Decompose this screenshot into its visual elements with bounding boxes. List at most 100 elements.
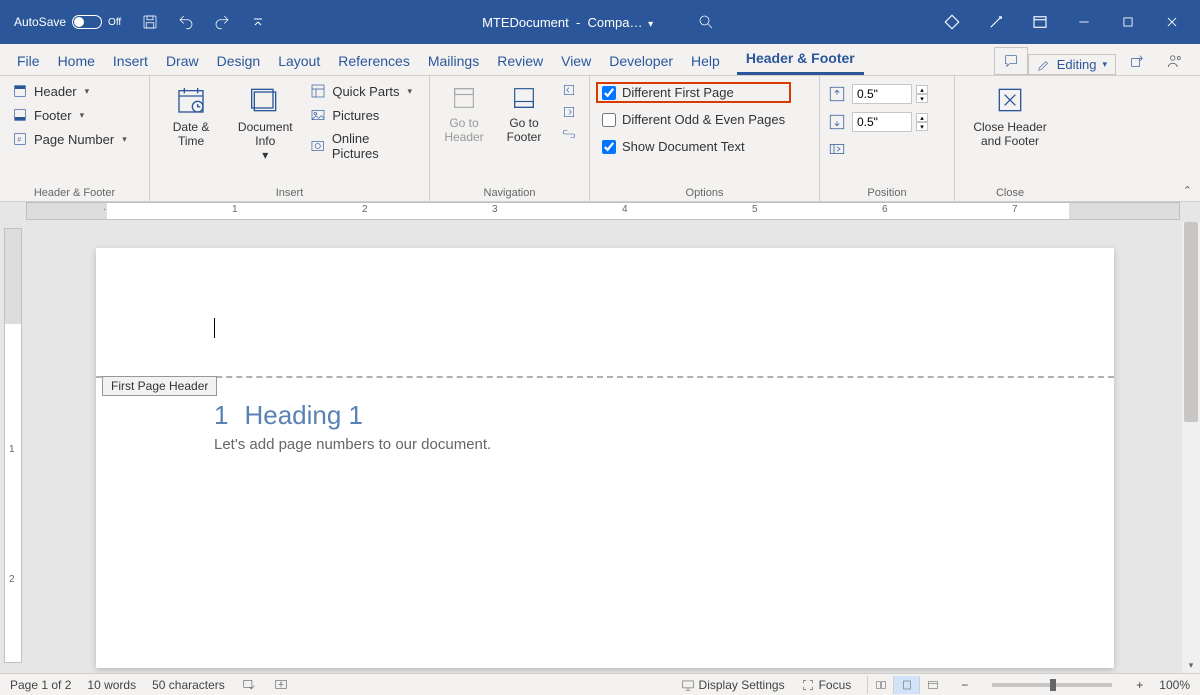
group-position-label: Position (826, 185, 948, 199)
word-count[interactable]: 10 words (87, 678, 136, 692)
heading-number: 1 (214, 400, 228, 431)
editing-mode-button[interactable]: Editing ▾ (1028, 54, 1116, 75)
close-window-button[interactable] (1150, 7, 1194, 37)
tab-mailings[interactable]: Mailings (419, 47, 488, 75)
tab-header-footer[interactable]: Header & Footer (737, 44, 864, 75)
header-region[interactable] (96, 248, 1114, 378)
tab-insert[interactable]: Insert (104, 47, 157, 75)
group-nav-label: Navigation (436, 185, 583, 199)
char-count[interactable]: 50 characters (152, 678, 225, 692)
tab-draw[interactable]: Draw (157, 47, 208, 75)
account-icon[interactable] (1158, 47, 1192, 75)
qat-more-button[interactable] (243, 7, 273, 37)
page-number-button[interactable]: # Page Number▾ (6, 128, 133, 150)
header-top-icon (826, 84, 848, 104)
footer-bottom-icon (826, 112, 848, 132)
display-settings-button[interactable]: Display Settings (681, 678, 785, 692)
different-first-page-checkbox[interactable]: Different First Page (596, 82, 791, 103)
insert-alignment-tab-button[interactable] (826, 138, 928, 160)
autosave-label: AutoSave (14, 15, 66, 29)
zoom-out-button[interactable]: − (961, 678, 968, 692)
page-indicator[interactable]: Page 1 of 2 (10, 678, 71, 692)
wand-icon[interactable] (974, 7, 1018, 37)
tab-file[interactable]: File (8, 47, 49, 75)
scroll-down-button[interactable]: ▾ (1182, 657, 1200, 673)
group-close-label: Close (961, 185, 1059, 199)
header-button[interactable]: Header▾ (6, 80, 133, 102)
group-hf-label: Header & Footer (6, 185, 143, 199)
print-layout-button[interactable] (893, 676, 919, 694)
redo-button[interactable] (207, 7, 237, 37)
tab-design[interactable]: Design (208, 47, 270, 75)
workspace: · 1 2 3 4 5 6 7 1 2 First Page Header 1 … (0, 202, 1200, 673)
comments-button[interactable] (994, 47, 1028, 75)
spin-up[interactable]: ▴ (916, 113, 928, 122)
first-page-header-tag: First Page Header (102, 376, 217, 396)
tab-review[interactable]: Review (488, 47, 552, 75)
ribbon-tabs: File Home Insert Draw Design Layout Refe… (0, 44, 1200, 76)
tab-help[interactable]: Help (682, 47, 729, 75)
zoom-level[interactable]: 100% (1159, 678, 1190, 692)
body-paragraph: Let's add page numbers to our document. (214, 436, 491, 453)
document-page[interactable]: First Page Header 1 Heading 1 Let's add … (96, 248, 1114, 668)
undo-button[interactable] (171, 7, 201, 37)
view-buttons (867, 676, 945, 694)
autosave-switch[interactable] (72, 15, 102, 29)
tab-developer[interactable]: Developer (600, 47, 682, 75)
previous-section-button[interactable] (556, 80, 582, 100)
accessibility-icon[interactable] (273, 678, 289, 692)
ribbon-display-icon[interactable] (1018, 7, 1062, 37)
group-insert-label: Insert (156, 185, 423, 199)
header-from-top-field[interactable]: ▴▾ (826, 82, 928, 106)
save-button[interactable] (135, 7, 165, 37)
different-odd-even-checkbox[interactable]: Different Odd & Even Pages (596, 109, 791, 130)
diamond-icon[interactable] (930, 7, 974, 37)
maximize-button[interactable] (1106, 7, 1150, 37)
titlebar: AutoSave Off MTEDocument - Compa… ▾ (0, 0, 1200, 44)
autosave-state: Off (108, 17, 121, 28)
link-previous-button[interactable] (556, 124, 582, 144)
next-section-button[interactable] (556, 102, 582, 122)
share-button[interactable] (1120, 47, 1154, 75)
collapse-ribbon-button[interactable]: ⌃ (1183, 184, 1192, 197)
tab-view[interactable]: View (552, 47, 600, 75)
read-mode-button[interactable] (867, 676, 893, 694)
document-info-button[interactable]: Document Info▾ (230, 80, 300, 166)
autosave-toggle[interactable]: AutoSave Off (6, 15, 129, 29)
footer-from-bottom-field[interactable]: ▴▾ (826, 110, 928, 134)
statusbar: Page 1 of 2 10 words 50 characters Displ… (0, 673, 1200, 695)
online-pictures-button[interactable]: Online Pictures (304, 128, 423, 164)
web-layout-button[interactable] (919, 676, 945, 694)
close-header-footer-button[interactable]: Close Header and Footer (961, 80, 1059, 152)
tab-references[interactable]: References (329, 47, 419, 75)
goto-header-button[interactable]: Go to Header (436, 80, 492, 148)
group-options-label: Options (596, 185, 813, 199)
heading-1: 1 Heading 1 (214, 400, 363, 431)
svg-text:#: # (17, 137, 21, 144)
date-time-button[interactable]: Date & Time (156, 80, 226, 152)
horizontal-ruler[interactable]: · 1 2 3 4 5 6 7 (26, 202, 1180, 220)
focus-button[interactable]: Focus (801, 678, 852, 692)
text-cursor (214, 318, 215, 338)
pictures-button[interactable]: Pictures (304, 104, 423, 126)
spin-down[interactable]: ▾ (916, 94, 928, 103)
doc-title: MTEDocument - Compa… ▾ (482, 15, 653, 30)
spin-down[interactable]: ▾ (916, 122, 928, 131)
zoom-slider[interactable] (992, 683, 1112, 687)
footer-button[interactable]: Footer▾ (6, 104, 133, 126)
vertical-scrollbar[interactable]: ▾ (1182, 222, 1200, 673)
quick-parts-button[interactable]: Quick Parts▾ (304, 80, 423, 102)
search-button[interactable] (691, 7, 721, 37)
heading-text: Heading 1 (244, 400, 363, 431)
scroll-thumb[interactable] (1184, 222, 1198, 422)
show-document-text-checkbox[interactable]: Show Document Text (596, 136, 791, 157)
spellcheck-icon[interactable] (241, 678, 257, 692)
zoom-in-button[interactable]: + (1136, 678, 1143, 692)
spin-up[interactable]: ▴ (916, 85, 928, 94)
goto-footer-button[interactable]: Go to Footer (496, 80, 552, 148)
tab-layout[interactable]: Layout (269, 47, 329, 75)
ribbon: Header▾ Footer▾ # Page Number▾ Header & … (0, 76, 1200, 202)
tab-home[interactable]: Home (49, 47, 104, 75)
vertical-ruler[interactable]: 1 2 (4, 228, 22, 663)
minimize-button[interactable] (1062, 7, 1106, 37)
